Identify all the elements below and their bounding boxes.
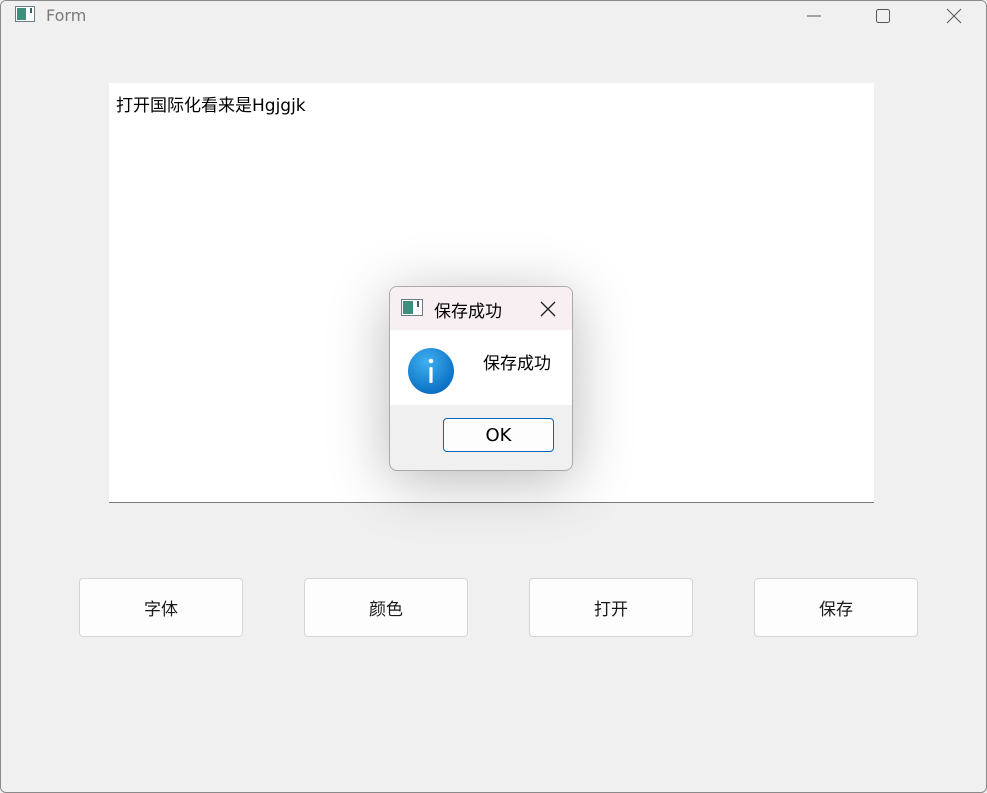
dialog-body: 保存成功 (390, 330, 572, 405)
main-window: Form 打开国际化看来是Hgjgjk 字体 颜色 打开 保存 保存成功 保存成… (0, 0, 987, 793)
color-button[interactable]: 颜色 (304, 578, 468, 637)
close-button[interactable] (931, 1, 977, 31)
dialog-close-button[interactable] (534, 295, 562, 323)
editor-content: 打开国际化看来是Hgjgjk (116, 96, 306, 116)
dialog-title: 保存成功 (434, 302, 502, 322)
maximize-button[interactable] (860, 1, 906, 31)
close-icon (540, 301, 556, 317)
app-window-icon (15, 6, 35, 22)
dialog-message: 保存成功 (483, 354, 551, 374)
minimize-icon (807, 15, 821, 17)
dialog-titlebar[interactable]: 保存成功 (390, 287, 572, 330)
info-icon (408, 348, 454, 394)
close-icon (946, 8, 962, 24)
ok-button[interactable]: OK (443, 418, 554, 452)
open-button[interactable]: 打开 (529, 578, 693, 637)
font-button[interactable]: 字体 (79, 578, 243, 637)
titlebar[interactable]: Form (1, 1, 986, 33)
save-button[interactable]: 保存 (754, 578, 918, 637)
maximize-icon (876, 9, 890, 23)
app-window-icon (401, 299, 423, 316)
minimize-button[interactable] (791, 1, 837, 31)
save-success-dialog: 保存成功 保存成功 OK (389, 286, 573, 471)
window-title: Form (46, 6, 87, 25)
